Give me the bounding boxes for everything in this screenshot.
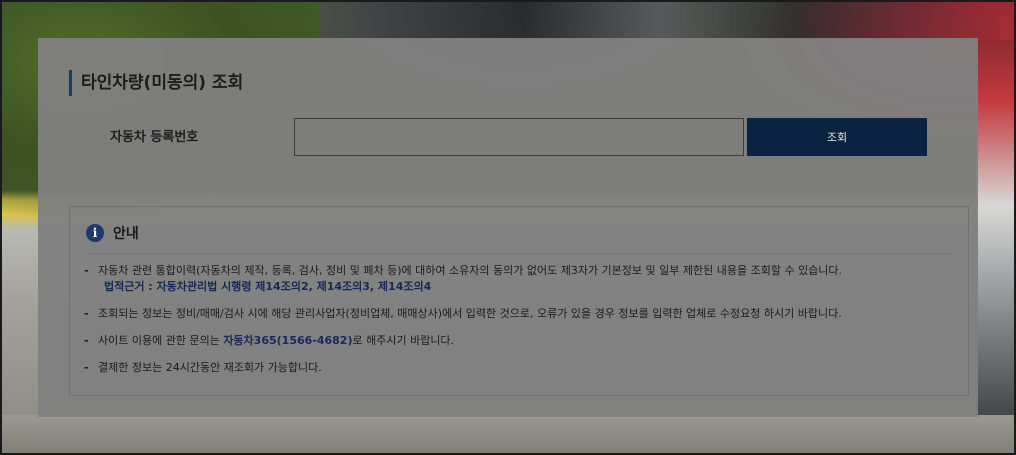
lookup-panel: 타인차량(미동의) 조회 자동차 등록번호 조회 i 안내 - 자동차 관련 통… — [38, 38, 978, 417]
background-car-right — [976, 40, 1016, 455]
contact-highlight: 자동차365(1566-4682) — [223, 334, 353, 347]
background-car-top — [320, 0, 1000, 40]
note-suffix: 로 해주시기 바랍니다. — [352, 334, 455, 347]
bullet-dash: - — [84, 361, 89, 374]
background-road — [0, 415, 1016, 455]
info-divider — [86, 253, 952, 254]
info-title: 안내 — [113, 226, 139, 242]
info-notes: - 자동차 관련 통합이력(자동차의 제작, 등록, 검사, 정비 및 폐차 등… — [84, 263, 954, 387]
info-icon: i — [86, 224, 104, 242]
bullet-dash: - — [84, 307, 89, 320]
legal-basis: 법적근거 : 자동차관리법 시행령 제14조의2, 제14조의3, 제14조의4 — [104, 280, 432, 293]
note-prefix: 사이트 이용에 관한 문의는 — [98, 334, 224, 347]
info-note-2: - 조회되는 정보는 정비/매매/검사 시에 해당 관리사업자(정비업체, 매매… — [84, 306, 954, 322]
page-title: 타인차량(미동의) 조회 — [69, 70, 243, 96]
info-box: i 안내 - 자동차 관련 통합이력(자동차의 제작, 등록, 검사, 정비 및… — [69, 206, 969, 396]
info-note-4: - 결제한 정보는 24시간동안 재조회가 가능합니다. — [84, 360, 954, 376]
info-header: i 안내 — [86, 223, 139, 243]
plate-number-label: 자동차 등록번호 — [110, 130, 199, 145]
note-text: 조회되는 정보는 정비/매매/검사 시에 해당 관리사업자(정비업체, 매매상사… — [98, 307, 842, 320]
info-note-3: - 사이트 이용에 관한 문의는 자동차365(1566-4682)로 해주시기… — [84, 333, 954, 349]
note-text: 자동차 관련 통합이력(자동차의 제작, 등록, 검사, 정비 및 폐차 등)에… — [98, 264, 843, 277]
bullet-dash: - — [84, 334, 89, 347]
bullet-dash: - — [84, 264, 89, 277]
plate-number-input[interactable] — [294, 118, 744, 156]
info-note-1: - 자동차 관련 통합이력(자동차의 제작, 등록, 검사, 정비 및 폐차 등… — [84, 263, 954, 295]
search-button[interactable]: 조회 — [747, 118, 927, 156]
note-text: 결제한 정보는 24시간동안 재조회가 가능합니다. — [98, 361, 322, 374]
